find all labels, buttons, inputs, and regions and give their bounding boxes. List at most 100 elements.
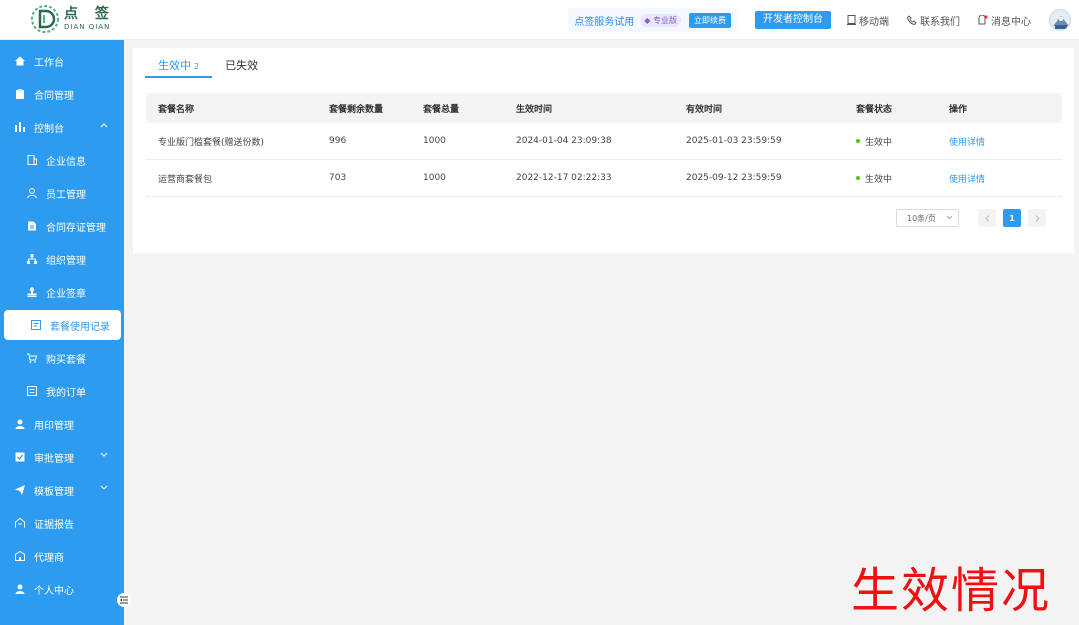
org-icon: [26, 253, 38, 265]
column-header: 有效时间: [686, 104, 723, 115]
sidebar-item-evidence-report[interactable]: 证据报告: [0, 508, 124, 538]
valid-until: 2025-01-03 23:59:59: [686, 136, 782, 146]
table-header: 套餐名称 套餐剩余数量 套餐总量 生效时间 有效时间 套餐状态 操作: [146, 93, 1062, 123]
sidebar-item-approval[interactable]: 审批管理: [0, 442, 124, 472]
collapse-icon: [120, 596, 128, 604]
tab-active[interactable]: 生效中 2: [145, 56, 213, 78]
chevron-down-icon: [100, 452, 108, 457]
sidebar-item-staff[interactable]: 员工管理: [0, 178, 124, 208]
column-header: 套餐剩余数量: [329, 104, 384, 115]
sidebar-item-label: 合同存证管理: [46, 222, 106, 234]
annotation-watermark: 生效情况: [851, 563, 1052, 619]
renew-button[interactable]: 立即续费: [689, 12, 731, 28]
contact-link-label: 联系我们: [920, 16, 960, 28]
column-header: 套餐状态: [856, 104, 893, 115]
valid-until: 2025-09-12 23:59:59: [686, 173, 782, 183]
send-icon: [14, 484, 26, 496]
next-page-button[interactable]: [1028, 209, 1046, 227]
chevron-right-icon: [1035, 214, 1040, 222]
package-table: 套餐名称 套餐剩余数量 套餐总量 生效时间 有效时间 套餐状态 操作 专业版门槛…: [146, 93, 1062, 197]
status-cell: 生效中: [844, 135, 937, 148]
agent-icon: [14, 550, 26, 562]
tab-label: 已失效: [225, 59, 259, 72]
bar-chart-icon: [14, 121, 26, 133]
sidebar-item-label: 控制台: [34, 123, 64, 135]
column-header: 操作: [949, 104, 968, 115]
action-cell: 使用详情: [937, 135, 1062, 148]
sidebar-item-label: 工作台: [34, 57, 64, 69]
sidebar-item-buy-package[interactable]: 购买套餐: [0, 343, 124, 373]
service-trial-box: 点签服务试用 ◆ 专业版 立即续费: [568, 8, 737, 32]
sidebar-item-agents[interactable]: 代理商: [0, 541, 124, 571]
total-count: 1000: [423, 136, 446, 146]
page-size-select[interactable]: 10条/页: [896, 209, 959, 227]
remaining-count: 996: [329, 136, 347, 146]
sidebar-item-label: 企业信息: [46, 156, 86, 168]
chevron-down-icon: [946, 215, 953, 220]
record-icon: [30, 319, 42, 331]
table-row: 运营商套餐包 703 1000 2022-12-17 02:22:33 2025…: [146, 160, 1062, 197]
sidebar-item-company-info[interactable]: 企业信息: [0, 145, 124, 175]
sidebar-item-label: 审批管理: [34, 453, 74, 465]
sidebar-item-personal-center[interactable]: 个人中心: [0, 574, 124, 604]
logo[interactable]: 点 签 DIAN QIAN: [30, 4, 115, 34]
sidebar-item-my-orders[interactable]: 我的订单: [0, 376, 124, 406]
total-count: 1000: [423, 173, 446, 183]
chevron-left-icon: [984, 214, 989, 222]
top-header: 点 签 DIAN QIAN 点签服务试用 ◆ 专业版 立即续费 开发者控制台 移…: [0, 0, 1079, 40]
sidebar-item-templates[interactable]: 模板管理: [0, 475, 124, 505]
status-dot-icon: [856, 176, 860, 180]
phone-icon: [907, 15, 917, 25]
logo-mark-icon: [31, 5, 59, 33]
cart-icon: [26, 352, 38, 364]
tab-count: 2: [194, 62, 200, 71]
status-cell: 生效中: [844, 172, 937, 185]
table-row: 专业版门槛套餐(赠送份数) 996 1000 2024-01-04 23:09:…: [146, 123, 1062, 160]
status-tabs: 生效中 2 已失效: [145, 56, 271, 78]
page-number-button[interactable]: 1: [1003, 209, 1021, 227]
sidebar-item-organization[interactable]: 组织管理: [0, 244, 124, 274]
sidebar-item-workbench[interactable]: 工作台: [0, 46, 124, 76]
developer-console-button[interactable]: 开发者控制台: [755, 11, 831, 29]
sidebar-item-label: 员工管理: [46, 189, 86, 201]
bell-icon: [978, 15, 988, 25]
usage-detail-link[interactable]: 使用详情: [949, 138, 985, 148]
column-header: 生效时间: [516, 104, 553, 115]
sidebar-item-label: 我的订单: [46, 387, 86, 399]
mobile-link[interactable]: 移动端: [847, 13, 889, 28]
sidebar-item-label: 合同管理: [34, 90, 74, 102]
seal-user-icon: [14, 418, 26, 430]
contact-link[interactable]: 联系我们: [907, 13, 960, 28]
message-center-label: 消息中心: [991, 16, 1031, 28]
person-icon: [14, 583, 26, 595]
tab-label: 生效中: [158, 59, 191, 72]
message-center-link[interactable]: 消息中心: [978, 13, 1031, 28]
sidebar-item-label: 组织管理: [46, 255, 86, 267]
status-text: 生效中: [865, 137, 893, 148]
building-icon: [26, 154, 38, 166]
sidebar-item-console[interactable]: 控制台: [0, 112, 124, 142]
chevron-up-icon: [100, 123, 108, 128]
action-cell: 使用详情: [937, 172, 1062, 185]
sidebar-item-label: 模板管理: [34, 486, 74, 498]
sidebar-item-label: 证据报告: [34, 519, 74, 531]
sidebar-item-label: 企业签章: [46, 288, 86, 300]
avatar[interactable]: [1049, 9, 1071, 31]
sidebar-item-package-usage[interactable]: 套餐使用记录: [4, 310, 121, 340]
sidebar: 工作台 合同管理 控制台 企业信息 员工管理 合同存证管理 组织管理 企业签章 …: [0, 40, 124, 625]
tab-expired[interactable]: 已失效: [212, 56, 271, 78]
edition-badge: ◆ 专业版: [640, 13, 681, 27]
usage-detail-link[interactable]: 使用详情: [949, 175, 985, 185]
sidebar-item-contracts[interactable]: 合同管理: [0, 79, 124, 109]
page-size-value: 10条/页: [907, 213, 936, 223]
prev-page-button[interactable]: [978, 209, 996, 227]
status-dot-icon: [856, 139, 860, 143]
pagination: 10条/页 1: [896, 209, 1046, 227]
sidebar-item-seal-usage[interactable]: 用印管理: [0, 409, 124, 439]
start-time: 2024-01-04 23:09:38: [516, 136, 612, 146]
remaining-count: 703: [329, 173, 347, 183]
sidebar-item-company-seal[interactable]: 企业签章: [0, 277, 124, 307]
home-icon: [14, 55, 26, 67]
sidebar-collapse-button[interactable]: [117, 593, 131, 607]
sidebar-item-contract-evidence[interactable]: 合同存证管理: [0, 211, 124, 241]
